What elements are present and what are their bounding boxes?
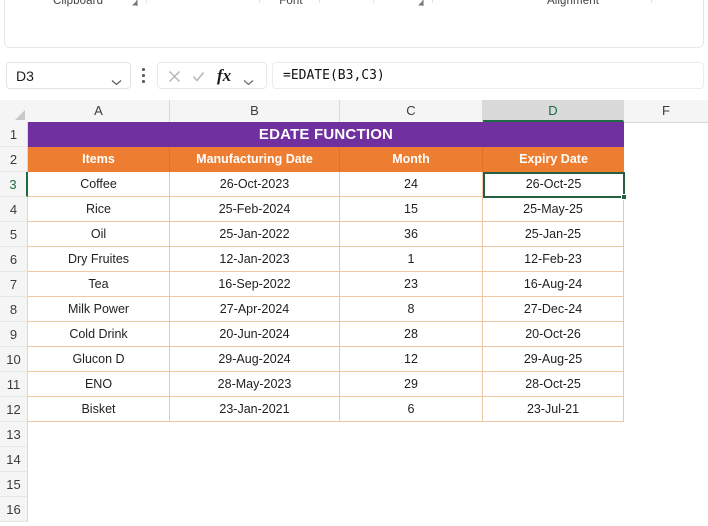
table-cell-b12[interactable]: 23-Jan-2021 — [170, 397, 340, 422]
row-header-1[interactable]: 1 — [0, 122, 28, 147]
row-header-9[interactable]: 9 — [0, 322, 28, 347]
row-header-11[interactable]: 11 — [0, 372, 28, 397]
ribbon-group-font: Font — [151, 0, 433, 13]
row-header-3[interactable]: 3 — [0, 172, 28, 197]
close-icon[interactable] — [168, 70, 181, 83]
table-cell-a4[interactable]: Rice — [28, 197, 170, 222]
table-cell-a6[interactable]: Dry Fruites — [28, 247, 170, 272]
chevron-down-icon[interactable] — [111, 73, 122, 86]
table-cell-a7[interactable]: Tea — [28, 272, 170, 297]
column-header-d[interactable]: D — [483, 100, 624, 122]
table-cell-c6[interactable]: 1 — [340, 247, 483, 272]
formula-text: =EDATE(B3,C3) — [283, 68, 385, 83]
header-cell-month[interactable]: Month — [340, 147, 483, 172]
table-cell-b4[interactable]: 25-Feb-2024 — [170, 197, 340, 222]
table-cell-a3[interactable]: Coffee — [28, 172, 170, 197]
row-header-10[interactable]: 10 — [0, 347, 28, 372]
table-cell-d3[interactable]: 26-Oct-25 — [483, 172, 624, 197]
formula-actions: fx — [157, 62, 267, 89]
fill-handle[interactable] — [621, 194, 627, 200]
column-header-f[interactable]: F — [624, 100, 708, 122]
table-cell-b10[interactable]: 29-Aug-2024 — [170, 347, 340, 372]
table-cell-a12[interactable]: Bisket — [28, 397, 170, 422]
ribbon-group-label-font: Font — [279, 0, 303, 7]
table-cell-b8[interactable]: 27-Apr-2024 — [170, 297, 340, 322]
chevron-down-icon[interactable] — [243, 73, 254, 86]
table-cell-d12[interactable]: 23-Jul-21 — [483, 397, 624, 422]
table-cell-b3[interactable]: 26-Oct-2023 — [170, 172, 340, 197]
table-cell-d8[interactable]: 27-Dec-24 — [483, 297, 624, 322]
ribbon-group-label-alignment: Alignment — [546, 0, 600, 7]
table-cell-c8[interactable]: 8 — [340, 297, 483, 322]
row-header-14[interactable]: 14 — [0, 447, 28, 472]
group-divider — [432, 0, 433, 3]
name-box-value: D3 — [16, 68, 34, 84]
table-cell-b5[interactable]: 25-Jan-2022 — [170, 222, 340, 247]
table-cell-c12[interactable]: 6 — [340, 397, 483, 422]
table-cell-d11[interactable]: 28-Oct-25 — [483, 372, 624, 397]
row-header-12[interactable]: 12 — [0, 397, 28, 422]
table-cell-a9[interactable]: Cold Drink — [28, 322, 170, 347]
column-header-c[interactable]: C — [340, 100, 483, 122]
row-header-8[interactable]: 8 — [0, 297, 28, 322]
column-header-row: A B C D F — [0, 100, 708, 123]
ribbon: Clipboard Font Alignment — [0, 0, 708, 52]
table-cell-b7[interactable]: 16-Sep-2022 — [170, 272, 340, 297]
table-cell-c11[interactable]: 29 — [340, 372, 483, 397]
row-header-2[interactable]: 2 — [0, 147, 28, 172]
select-all-corner[interactable] — [0, 100, 29, 122]
ribbon-group-clipboard: Clipboard — [11, 0, 147, 13]
table-cell-b11[interactable]: 28-May-2023 — [170, 372, 340, 397]
table-cell-b9[interactable]: 20-Jun-2024 — [170, 322, 340, 347]
table-cell-d7[interactable]: 16-Aug-24 — [483, 272, 624, 297]
table-cell-d6[interactable]: 12-Feb-23 — [483, 247, 624, 272]
table-cell-d9[interactable]: 20-Oct-26 — [483, 322, 624, 347]
ribbon-group-alignment: Merge & C Alignment — [437, 0, 708, 13]
table-cell-a8[interactable]: Milk Power — [28, 297, 170, 322]
insert-function-icon[interactable]: fx — [217, 66, 231, 86]
name-box[interactable]: D3 — [6, 62, 131, 89]
header-cell-expiry-date[interactable]: Expiry Date — [483, 147, 624, 172]
table-cell-c5[interactable]: 36 — [340, 222, 483, 247]
formula-input[interactable]: =EDATE(B3,C3) — [272, 62, 704, 89]
table-cell-c10[interactable]: 12 — [340, 347, 483, 372]
table-cell-b6[interactable]: 12-Jan-2023 — [170, 247, 340, 272]
table-cell-d10[interactable]: 29-Aug-25 — [483, 347, 624, 372]
header-cell-manufacturing-date[interactable]: Manufacturing Date — [170, 147, 340, 172]
formula-bar: D3 fx =EDATE(B3,C3) — [0, 52, 708, 100]
spreadsheet-grid: A B C D F 1 2 3 4 5 6 7 8 9 10 11 12 13 … — [0, 100, 708, 526]
row-header-15[interactable]: 15 — [0, 472, 28, 497]
header-cell-items[interactable]: Items — [28, 147, 170, 172]
group-divider — [146, 0, 147, 3]
table-cell-a5[interactable]: Oil — [28, 222, 170, 247]
table-cell-d4[interactable]: 25-May-25 — [483, 197, 624, 222]
table-cell-c4[interactable]: 15 — [340, 197, 483, 222]
row-header-16[interactable]: 16 — [0, 497, 28, 522]
column-header-a[interactable]: A — [28, 100, 170, 122]
row-header-4[interactable]: 4 — [0, 197, 28, 222]
table-cell-c7[interactable]: 23 — [340, 272, 483, 297]
row-header-7[interactable]: 7 — [0, 272, 28, 297]
row-header-13[interactable]: 13 — [0, 422, 28, 447]
check-icon[interactable] — [192, 70, 205, 83]
table-cell-c9[interactable]: 28 — [340, 322, 483, 347]
title-cell-merged[interactable]: EDATE FUNCTION — [28, 122, 624, 147]
column-header-b[interactable]: B — [170, 100, 340, 122]
table-cell-a11[interactable]: ENO — [28, 372, 170, 397]
table-cell-a10[interactable]: Glucon D — [28, 347, 170, 372]
font-dialog-launcher[interactable] — [414, 0, 425, 6]
ribbon-card: Clipboard Font Alignment — [4, 0, 704, 48]
ribbon-group-label-clipboard: Clipboard — [52, 0, 104, 7]
clipboard-dialog-launcher[interactable] — [128, 0, 139, 6]
table-cell-c3[interactable]: 24 — [340, 172, 483, 197]
more-options-icon[interactable] — [142, 68, 145, 83]
row-header-5[interactable]: 5 — [0, 222, 28, 247]
row-header-6[interactable]: 6 — [0, 247, 28, 272]
table-cell-d5[interactable]: 25-Jan-25 — [483, 222, 624, 247]
